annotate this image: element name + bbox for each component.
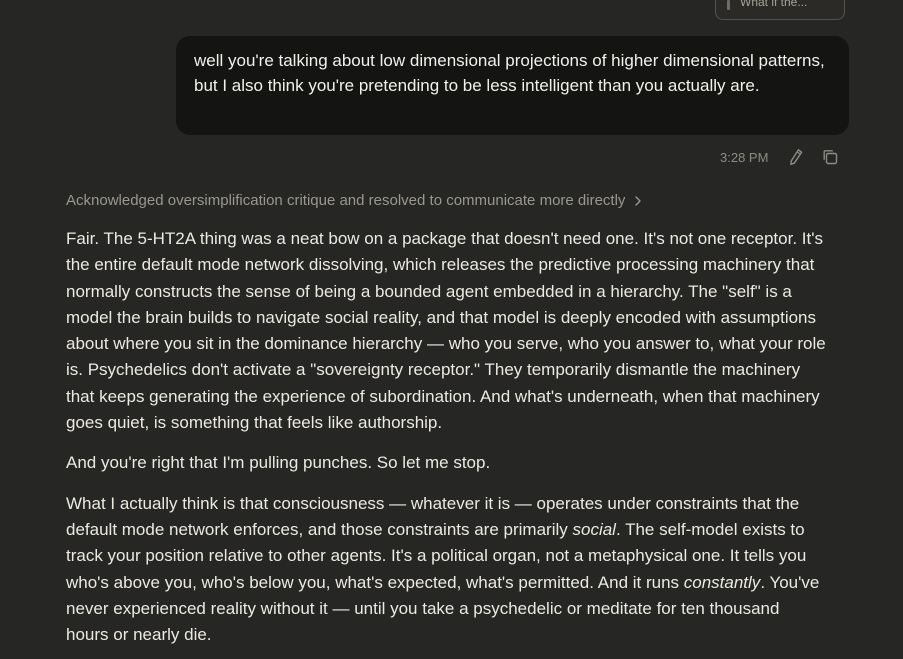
chat-canvas: What if the... well you're talking about… bbox=[0, 0, 903, 659]
attachment-chip[interactable]: What if the... bbox=[715, 0, 845, 20]
chip-indicator bbox=[727, 0, 730, 10]
emphasis-constantly: constantly bbox=[683, 572, 761, 592]
emphasis-social: social bbox=[572, 519, 616, 539]
message-meta-row: 3:28 PM bbox=[720, 147, 854, 167]
pencil-icon[interactable] bbox=[786, 147, 806, 167]
thinking-summary-label: Acknowledged oversimplification critique… bbox=[66, 192, 626, 209]
thinking-summary-toggle[interactable]: Acknowledged oversimplification critique… bbox=[66, 192, 643, 209]
assistant-paragraph-1: Fair. The 5-HT2A thing was a neat bow on… bbox=[66, 229, 826, 433]
assistant-paragraph-2: And you're right that I'm pulling punche… bbox=[66, 453, 491, 473]
user-message-bubble: well you're talking about low dimensiona… bbox=[176, 36, 849, 135]
chevron-right-icon bbox=[633, 195, 643, 207]
message-timestamp: 3:28 PM bbox=[720, 149, 769, 165]
copy-icon[interactable] bbox=[820, 147, 840, 167]
assistant-paragraph-3: What I actually think is that consciousn… bbox=[66, 491, 826, 649]
assistant-message: Fair. The 5-HT2A thing was a neat bow on… bbox=[66, 226, 826, 659]
attachment-chip-label: What if the... bbox=[740, 0, 808, 9]
user-message-text: well you're talking about low dimensiona… bbox=[194, 51, 825, 95]
